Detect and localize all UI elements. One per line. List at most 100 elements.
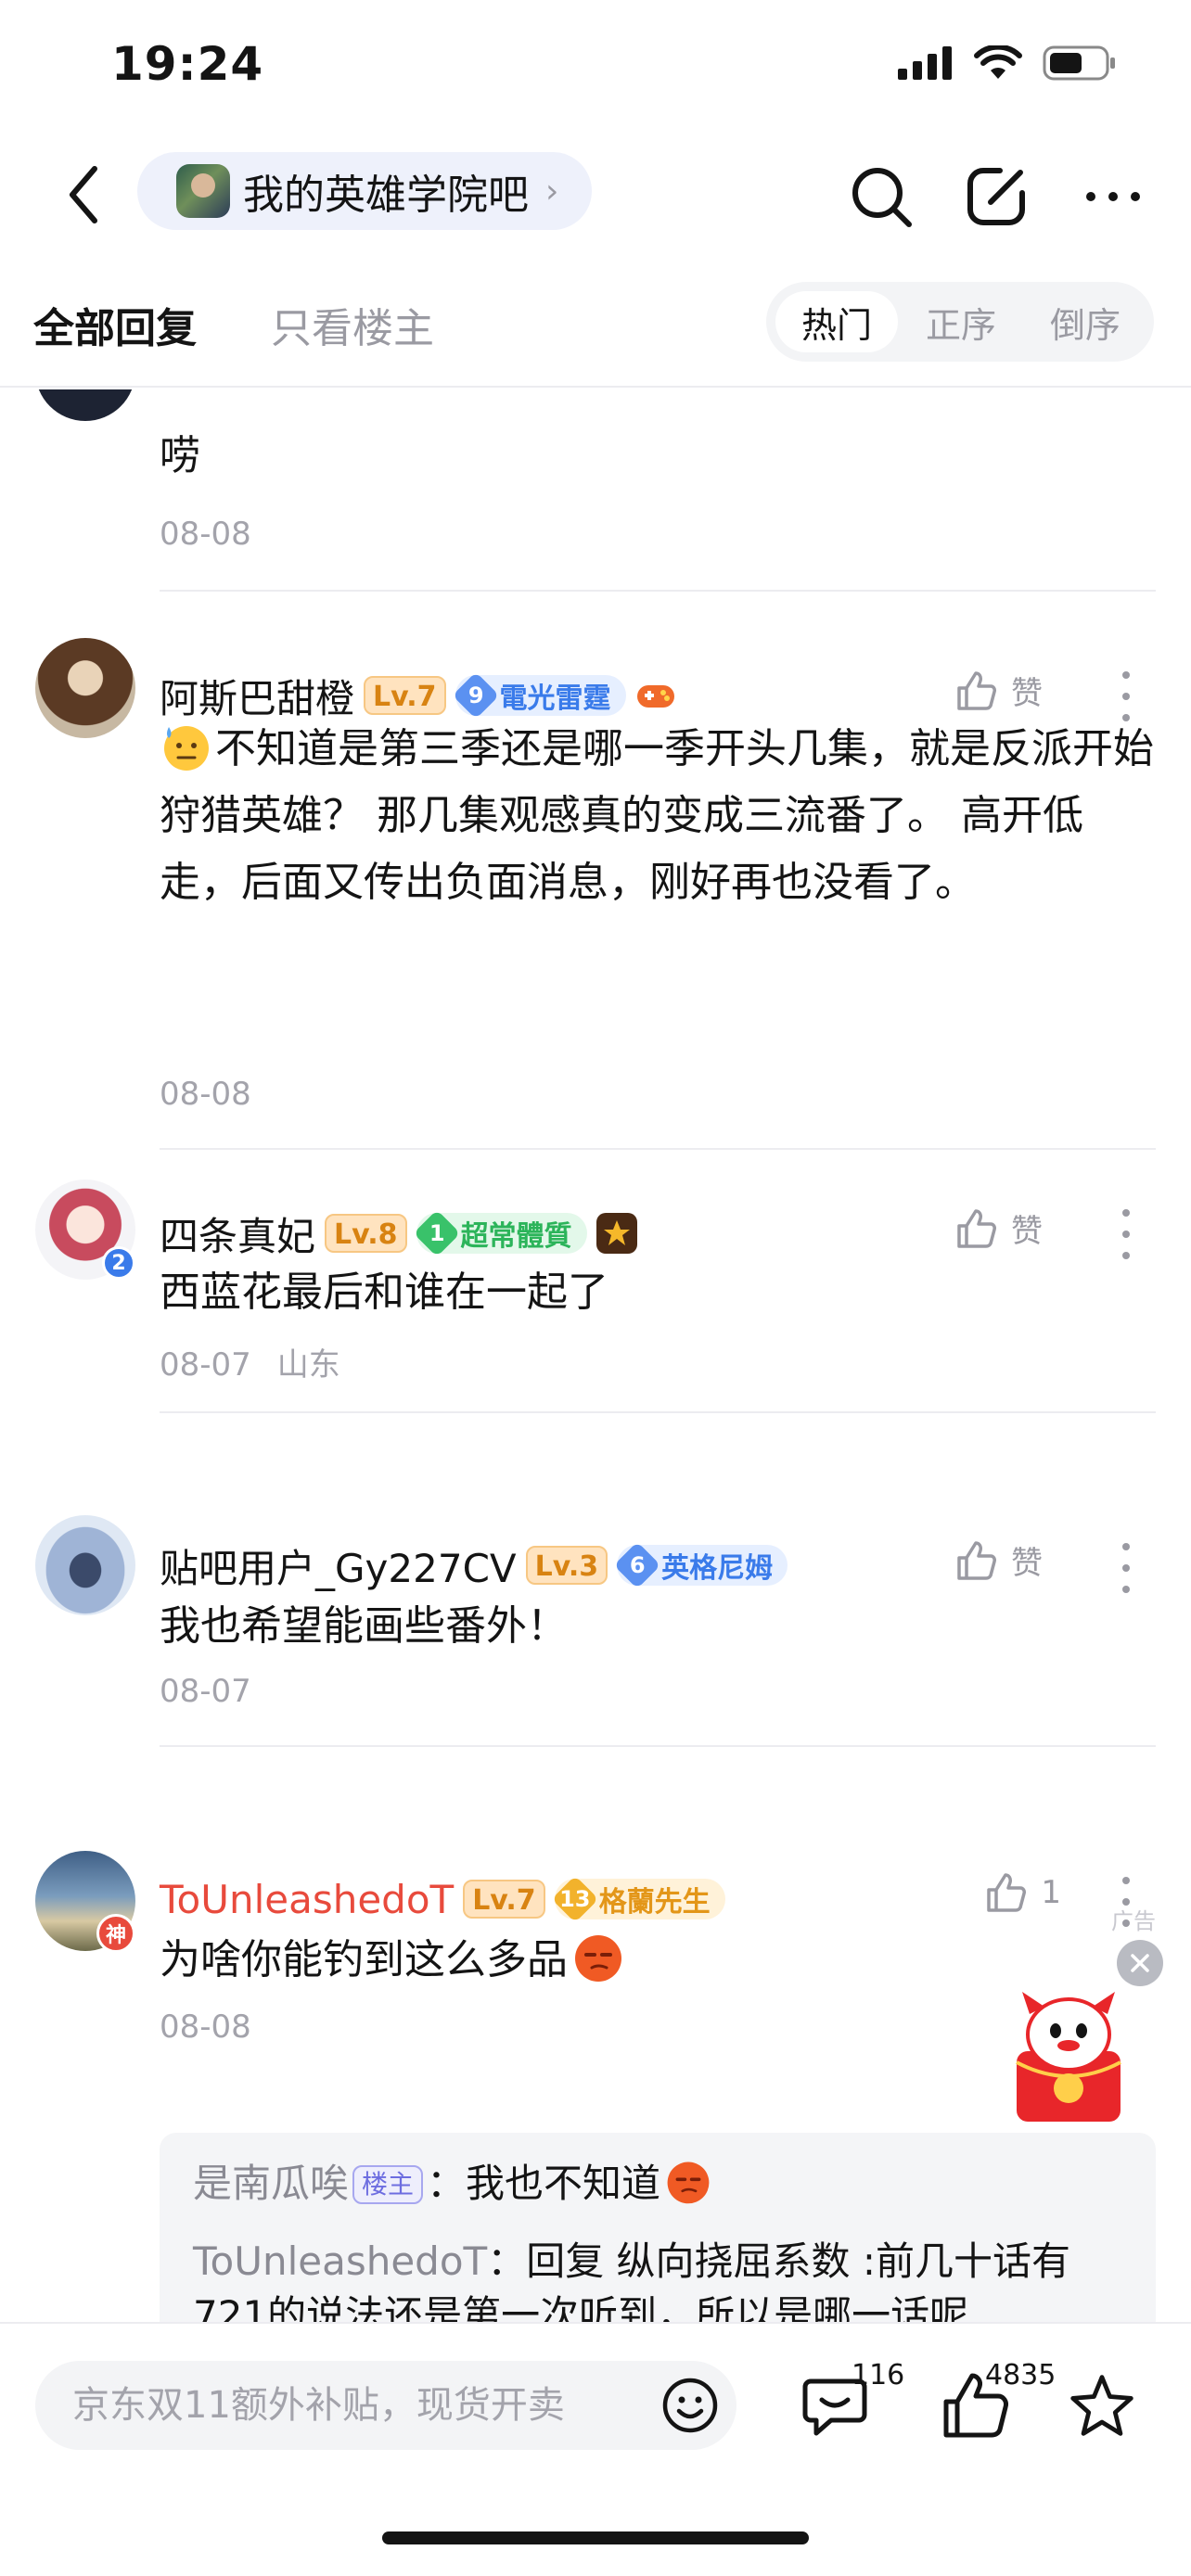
comment-count: 116 [852,2359,905,2391]
comment-meta: 08-08 [160,516,251,553]
forum-pill[interactable]: 我的英雄学院吧 › [137,152,593,230]
close-icon [1131,1954,1149,1972]
avatar[interactable] [35,389,135,421]
thumbs-up-icon [957,1208,996,1248]
nav-bar: 我的英雄学院吧 › [0,139,1191,250]
search-button[interactable] [846,161,916,232]
fan-badge-name: 電光雷霆 [499,682,611,715]
like-button[interactable]: 赞 [955,1205,1043,1251]
comment-date: 08-07 [160,1346,251,1384]
forum-name: 我的英雄学院吧 [243,172,529,219]
red-envelope-ad[interactable] [1004,1986,1133,2125]
battery-icon [1043,45,1115,81]
username[interactable]: ToUnleashedoT [160,1877,454,1922]
level-badge: Lv.3 [525,1546,608,1585]
fan-badge-number: 13 [558,1886,591,1912]
like-button[interactable]: 赞 [955,1537,1043,1583]
sub-reply-separator: ： [427,2161,467,2206]
star-icon[interactable] [1067,2368,1137,2442]
comment-body: 不知道是第三季还是哪一季开头几集，就是反派开始狩猎英雄？ 那几集观感真的变成三流… [160,716,1156,916]
sub-reply: 是南瓜唉 楼主 ：我也不知道 [193,2157,714,2211]
sub-reply-text: 我也不知道 [466,2161,661,2206]
sweat-face-emoji-icon [164,726,209,771]
username[interactable]: 四条真妃 [160,1205,315,1262]
sub-reply-author[interactable]: ToUnleashedoT [193,2238,487,2284]
tab-op-only[interactable]: 只看楼主 [271,295,434,354]
user-row: 四条真妃 Lv.8 1 超常體質 [160,1205,637,1261]
like-label: 赞 [1011,1545,1043,1582]
comment-meta: 08-07 [160,1673,251,1710]
fan-badge-name: 格蘭先生 [598,1886,711,1919]
comment-meta: 08-08 [160,1076,251,1113]
red-envelope-mascot-icon [1016,1992,1121,2122]
comment-date: 08-07 [160,1673,251,1710]
comment-text: 西蓝花最后和谁在一起了 [160,1269,608,1316]
sort-hot[interactable]: 热门 [775,291,898,352]
level-badge: Lv.7 [364,676,446,715]
thumbs-up-icon [957,1540,996,1580]
fan-badge: 6 英格尼姆 [613,1541,788,1589]
comment-more-button[interactable] [1108,1202,1145,1267]
like-button[interactable]: 赞 [955,668,1043,713]
sub-replies-box[interactable]: 是南瓜唉 楼主 ：我也不知道 ToUnleashedoT：回复 纵向挠屈系数 :前几… [160,2133,1156,2337]
like-count: 4835 [985,2359,1057,2391]
comment-text: 唠 [160,432,200,479]
username[interactable]: 贴吧用户_Gy227CV [160,1537,517,1594]
fan-badge-name: 超常體質 [460,1220,572,1253]
comment-text: 为啥你能钓到这么多品 [160,1936,568,1983]
sub-reply-author[interactable]: 是南瓜唉 [193,2161,349,2206]
divider [160,1411,1156,1413]
comment-more-button[interactable] [1108,1536,1145,1600]
like-button[interactable]: 1 [985,1871,1061,1914]
search-icon [852,168,912,227]
avatar-level-badge: 2 [102,1246,135,1280]
comment-meta: 08-08 [160,2009,251,2046]
fan-badge-number: 6 [629,1551,646,1578]
ad-close-button[interactable] [1117,1940,1163,1986]
reply-filter-tabs: 全部回复 只看楼主 热门 正序 倒序 [0,278,1191,388]
reply-input-pill[interactable] [35,2361,736,2450]
comment-date: 08-08 [160,1076,251,1113]
tab-all-replies[interactable]: 全部回复 [33,295,197,354]
user-row: 贴吧用户_Gy227CV Lv.3 6 英格尼姆 [160,1537,788,1593]
edit-button[interactable] [961,161,1031,232]
comment-date: 08-08 [160,516,251,553]
fan-badge: 1 超常體質 [413,1209,587,1257]
star-medal-icon [596,1213,637,1254]
sort-descending[interactable]: 倒序 [1024,291,1146,352]
thumbs-up-icon [987,1873,1027,1912]
comment-body: 为啥你能钓到这么多品 [160,1927,1156,1994]
emoji-icon[interactable] [660,2376,720,2435]
home-indicator [382,2531,809,2544]
fan-badge-number: 9 [467,682,483,708]
sub-reply-separator: ： [487,2238,527,2284]
back-button[interactable] [46,158,121,232]
sort-segmented-control: 热门 正序 倒序 [766,282,1154,362]
thumbs-up-icon [957,670,996,710]
smirk-face-emoji-icon [667,2162,710,2204]
level-badge: Lv.8 [325,1214,407,1253]
ad-label: 广告 [1111,1908,1156,1934]
cellular-signal-icon [898,46,952,80]
status-icons [898,45,1117,82]
gamepad-icon [635,675,676,716]
level-badge: Lv.7 [463,1880,545,1919]
comment-date: 08-08 [160,2009,251,2046]
like-label: 赞 [1011,675,1043,712]
fan-badge-number: 1 [429,1219,444,1246]
reply-input[interactable] [72,2361,647,2450]
more-button[interactable] [1078,161,1148,232]
fan-badge: 9 電光雷霆 [452,671,626,720]
avatar[interactable] [35,638,135,738]
avatar[interactable] [35,1515,135,1615]
more-horizontal-icon [1086,192,1140,201]
comment-location: 山东 [276,1346,340,1384]
divider [160,590,1156,592]
comment-text: 我也希望能画些番外！ [160,1602,568,1650]
status-time: 19:24 [111,37,264,91]
back-arrow-icon [70,166,97,223]
comment-text: 不知道是第三季还是哪一季开头几集，就是反派开始狩猎英雄？ 那几集观感真的变成三流… [160,725,1154,906]
divider [160,1745,1156,1747]
comment-meta: 08-07 山东 [160,1339,340,1384]
sort-ascending[interactable]: 正序 [900,291,1022,352]
